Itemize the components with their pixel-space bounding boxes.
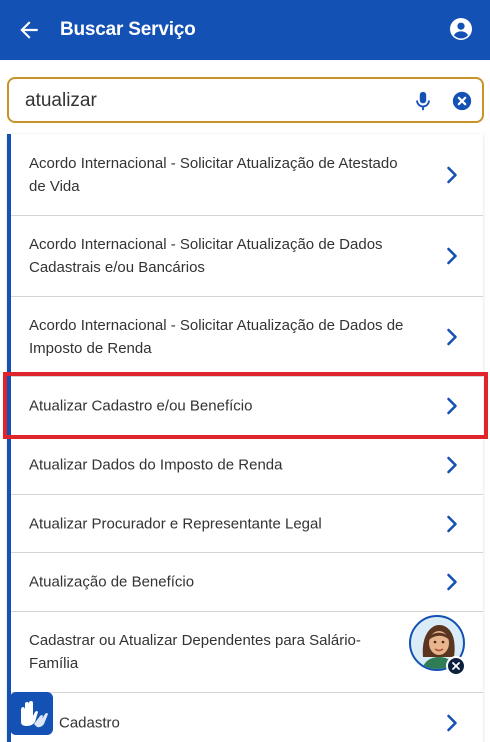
chevron-right-icon bbox=[447, 515, 457, 532]
clear-circle-icon[interactable] bbox=[451, 90, 473, 112]
list-item[interactable]: Atualizar Procurador e Representante Leg… bbox=[11, 495, 483, 553]
list-item[interactable]: Acordo Internacional - Solicitar Atualiz… bbox=[11, 297, 483, 377]
list-item[interactable]: Atualização de Benefício bbox=[11, 553, 483, 612]
list-item-label: Cadastro bbox=[59, 714, 120, 732]
search-input[interactable] bbox=[25, 87, 385, 115]
list-item-label: Atualizar Procurador e Representante Leg… bbox=[29, 515, 322, 532]
list-item[interactable]: Acordo Internacional - Solicitar Atualiz… bbox=[11, 216, 483, 297]
chevron-right-icon bbox=[447, 247, 457, 265]
list-item[interactable]: Acordo Internacional - Solicitar Atualiz… bbox=[11, 134, 483, 216]
app-bar: Buscar Serviço bbox=[0, 0, 490, 60]
list-item-label: Acordo Internacional - Solicitar Atualiz… bbox=[29, 154, 398, 195]
list-item-label: Cadastrar ou Atualizar Dependentes para … bbox=[29, 632, 361, 672]
list-item-highlighted[interactable]: Atualizar Cadastro e/ou Benefício bbox=[11, 377, 483, 436]
list-item[interactable]: Atualizar Dados do Imposto de Renda bbox=[11, 436, 483, 495]
list-item-label: Atualizar Cadastro e/ou Benefício bbox=[29, 397, 253, 415]
list-item-label: Acordo Internacional - Solicitar Atualiz… bbox=[29, 236, 383, 276]
chevron-right-icon bbox=[447, 328, 457, 345]
chevron-right-icon bbox=[447, 456, 457, 474]
sign-language-hands-icon[interactable] bbox=[10, 692, 53, 735]
list-item-label: Acordo Internacional - Solicitar Atualiz… bbox=[29, 316, 404, 357]
chevron-right-icon bbox=[447, 714, 457, 732]
chevron-right-icon bbox=[447, 397, 457, 415]
list-item-label: Atualização de Benefício bbox=[29, 573, 195, 591]
list-item-label: Atualizar Dados do Imposto de Renda bbox=[29, 456, 283, 474]
search-box bbox=[7, 77, 484, 123]
microphone-icon[interactable] bbox=[412, 89, 434, 113]
account-circle-icon[interactable] bbox=[449, 17, 473, 41]
chevron-right-icon bbox=[447, 166, 457, 183]
arrow-left-icon[interactable] bbox=[16, 17, 42, 43]
chevron-right-icon bbox=[447, 573, 457, 591]
close-icon[interactable] bbox=[446, 656, 466, 676]
list-item[interactable]: Cadastro bbox=[11, 693, 483, 742]
page-title: Buscar Serviço bbox=[60, 19, 196, 40]
